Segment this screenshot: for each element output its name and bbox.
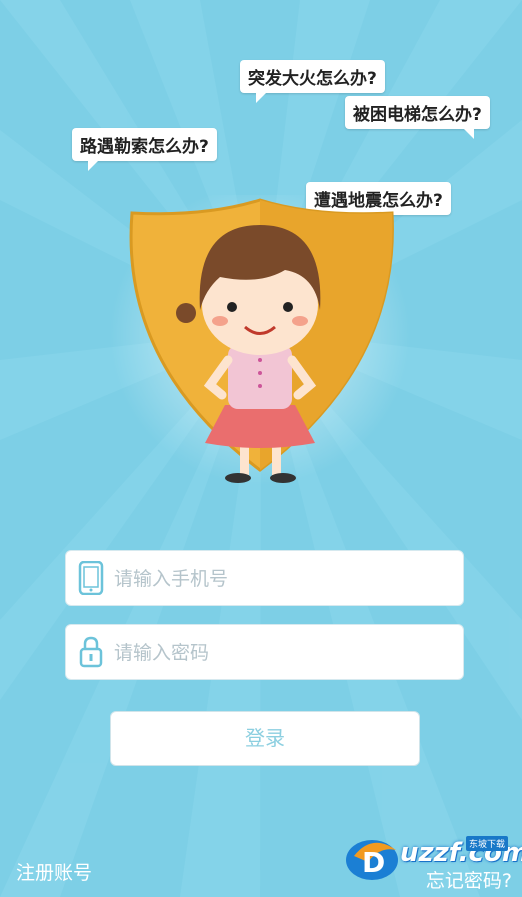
question-bubble-fire: 突发大火怎么办?	[240, 60, 385, 103]
phone-input[interactable]	[112, 551, 456, 607]
question-bubble-elevator: 被困电梯怎么办?	[345, 96, 490, 139]
login-button[interactable]: 登录	[110, 711, 420, 766]
phone-field[interactable]	[65, 550, 464, 607]
question-bubble-extortion: 路遇勒索怎么办?	[72, 128, 217, 171]
register-link[interactable]: 注册账号	[16, 858, 92, 885]
password-input[interactable]	[112, 625, 456, 681]
login-button-label: 登录	[245, 726, 285, 750]
svg-text:D: D	[362, 846, 385, 879]
shield-girl-illustration	[110, 195, 410, 485]
phone-icon	[78, 561, 104, 595]
password-field[interactable]	[65, 624, 464, 681]
bubble-text: 突发大火怎么办?	[248, 69, 377, 89]
watermark-tag: 东坡下载	[466, 836, 509, 851]
lock-icon	[79, 636, 103, 668]
bubble-text: 被困电梯怎么办?	[353, 105, 482, 125]
bubble-text: 路遇勒索怎么办?	[80, 137, 209, 157]
